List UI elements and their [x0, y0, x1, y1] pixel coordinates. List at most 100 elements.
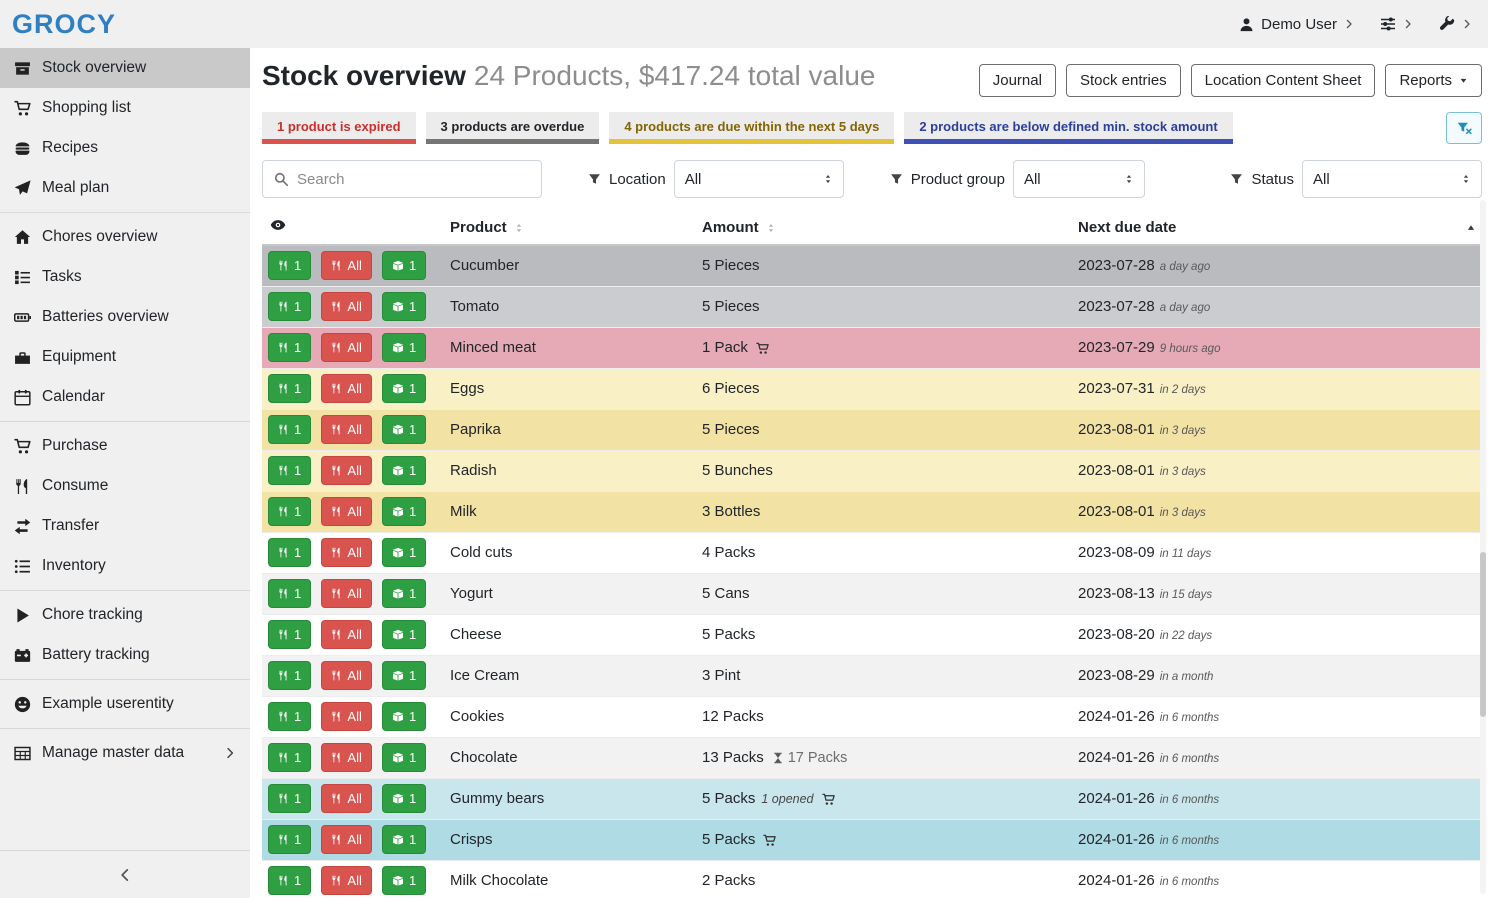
- settings-menu[interactable]: [1380, 16, 1413, 32]
- row-menu-button[interactable]: [436, 255, 442, 276]
- location-select[interactable]: All: [674, 160, 844, 198]
- open-one-button[interactable]: 1: [382, 579, 426, 608]
- scrollbar-thumb[interactable]: [1480, 552, 1486, 717]
- sidebar-item-example-userentity[interactable]: Example userentity: [0, 684, 250, 724]
- open-one-button[interactable]: 1: [382, 702, 426, 731]
- open-one-button[interactable]: 1: [382, 784, 426, 813]
- eye-icon[interactable]: [270, 217, 286, 233]
- sidebar-item-chores-overview[interactable]: Chores overview: [0, 217, 250, 257]
- open-one-button[interactable]: 1: [382, 333, 426, 362]
- status-filter-belowmin[interactable]: 2 products are below defined min. stock …: [904, 112, 1232, 144]
- consume-one-button[interactable]: 1: [268, 579, 311, 608]
- consume-all-button[interactable]: All: [321, 620, 371, 649]
- consume-one-button[interactable]: 1: [268, 251, 311, 280]
- column-header-product[interactable]: Product: [442, 210, 694, 245]
- status-filter-expired[interactable]: 1 product is expired: [262, 112, 416, 144]
- sidebar-item-meal-plan[interactable]: Meal plan: [0, 168, 250, 208]
- consume-one-button[interactable]: 1: [268, 292, 311, 321]
- reports-button[interactable]: Reports: [1385, 64, 1482, 97]
- consume-all-button[interactable]: All: [321, 702, 371, 731]
- scrollbar[interactable]: [1480, 200, 1486, 894]
- row-menu-button[interactable]: [436, 829, 442, 850]
- consume-one-button[interactable]: 1: [268, 415, 311, 444]
- row-menu-button[interactable]: [436, 870, 442, 891]
- consume-one-button[interactable]: 1: [268, 456, 311, 485]
- row-menu-button[interactable]: [436, 583, 442, 604]
- sidebar-item-battery-tracking[interactable]: Battery tracking: [0, 635, 250, 675]
- sidebar-item-equipment[interactable]: Equipment: [0, 337, 250, 377]
- consume-all-button[interactable]: All: [321, 825, 371, 854]
- row-menu-button[interactable]: [436, 624, 442, 645]
- location-content-sheet-button[interactable]: Location Content Sheet: [1191, 64, 1376, 97]
- stock-entries-button[interactable]: Stock entries: [1066, 64, 1181, 97]
- consume-all-button[interactable]: All: [321, 784, 371, 813]
- row-menu-button[interactable]: [436, 460, 442, 481]
- sidebar-item-chore-tracking[interactable]: Chore tracking: [0, 595, 250, 635]
- sidebar-item-shopping-list[interactable]: Shopping list: [0, 88, 250, 128]
- consume-one-button[interactable]: 1: [268, 784, 311, 813]
- consume-one-button[interactable]: 1: [268, 497, 311, 526]
- open-one-button[interactable]: 1: [382, 251, 426, 280]
- sidebar-item-tasks[interactable]: Tasks: [0, 257, 250, 297]
- sidebar-item-inventory[interactable]: Inventory: [0, 546, 250, 586]
- open-one-button[interactable]: 1: [382, 415, 426, 444]
- consume-one-button[interactable]: 1: [268, 333, 311, 362]
- open-one-button[interactable]: 1: [382, 661, 426, 690]
- sidebar-item-calendar[interactable]: Calendar: [0, 377, 250, 417]
- consume-one-button[interactable]: 1: [268, 825, 311, 854]
- consume-all-button[interactable]: All: [321, 866, 371, 895]
- open-one-button[interactable]: 1: [382, 866, 426, 895]
- open-one-button[interactable]: 1: [382, 456, 426, 485]
- open-one-button[interactable]: 1: [382, 825, 426, 854]
- row-menu-button[interactable]: [436, 747, 442, 768]
- consume-all-button[interactable]: All: [321, 415, 371, 444]
- consume-all-button[interactable]: All: [321, 292, 371, 321]
- consume-one-button[interactable]: 1: [268, 743, 311, 772]
- clear-filters-button[interactable]: [1446, 112, 1482, 144]
- row-menu-button[interactable]: [436, 419, 442, 440]
- user-menu[interactable]: Demo User: [1239, 16, 1354, 33]
- row-menu-button[interactable]: [436, 706, 442, 727]
- sidebar-item-batteries-overview[interactable]: Batteries overview: [0, 297, 250, 337]
- consume-all-button[interactable]: All: [321, 743, 371, 772]
- consume-one-button[interactable]: 1: [268, 374, 311, 403]
- app-logo[interactable]: GROCY: [12, 9, 116, 40]
- open-one-button[interactable]: 1: [382, 292, 426, 321]
- consume-all-button[interactable]: All: [321, 661, 371, 690]
- consume-one-button[interactable]: 1: [268, 702, 311, 731]
- sidebar-item-stock-overview[interactable]: Stock overview: [0, 48, 250, 88]
- open-one-button[interactable]: 1: [382, 374, 426, 403]
- consume-one-button[interactable]: 1: [268, 620, 311, 649]
- row-menu-button[interactable]: [436, 542, 442, 563]
- status-filter-due[interactable]: 4 products are due within the next 5 day…: [609, 112, 894, 144]
- sidebar-collapse-button[interactable]: [0, 850, 250, 898]
- sidebar-item-consume[interactable]: Consume: [0, 466, 250, 506]
- row-menu-button[interactable]: [436, 501, 442, 522]
- sidebar-item-recipes[interactable]: Recipes: [0, 128, 250, 168]
- consume-one-button[interactable]: 1: [268, 538, 311, 567]
- consume-all-button[interactable]: All: [321, 456, 371, 485]
- open-one-button[interactable]: 1: [382, 497, 426, 526]
- consume-one-button[interactable]: 1: [268, 661, 311, 690]
- consume-one-button[interactable]: 1: [268, 866, 311, 895]
- row-menu-button[interactable]: [436, 665, 442, 686]
- consume-all-button[interactable]: All: [321, 333, 371, 362]
- column-header-next-due-date[interactable]: Next due date: [1070, 210, 1484, 245]
- row-menu-button[interactable]: [436, 296, 442, 317]
- consume-all-button[interactable]: All: [321, 579, 371, 608]
- sidebar-item-transfer[interactable]: Transfer: [0, 506, 250, 546]
- consume-all-button[interactable]: All: [321, 538, 371, 567]
- open-one-button[interactable]: 1: [382, 743, 426, 772]
- row-menu-button[interactable]: [436, 378, 442, 399]
- open-one-button[interactable]: 1: [382, 538, 426, 567]
- open-one-button[interactable]: 1: [382, 620, 426, 649]
- sidebar-item-manage-master-data[interactable]: Manage master data: [0, 733, 250, 773]
- consume-all-button[interactable]: All: [321, 374, 371, 403]
- search-input[interactable]: [297, 171, 530, 188]
- admin-menu[interactable]: [1439, 16, 1472, 32]
- sidebar-item-purchase[interactable]: Purchase: [0, 426, 250, 466]
- consume-all-button[interactable]: All: [321, 251, 371, 280]
- product-group-select[interactable]: All: [1013, 160, 1145, 198]
- journal-button[interactable]: Journal: [979, 64, 1056, 97]
- consume-all-button[interactable]: All: [321, 497, 371, 526]
